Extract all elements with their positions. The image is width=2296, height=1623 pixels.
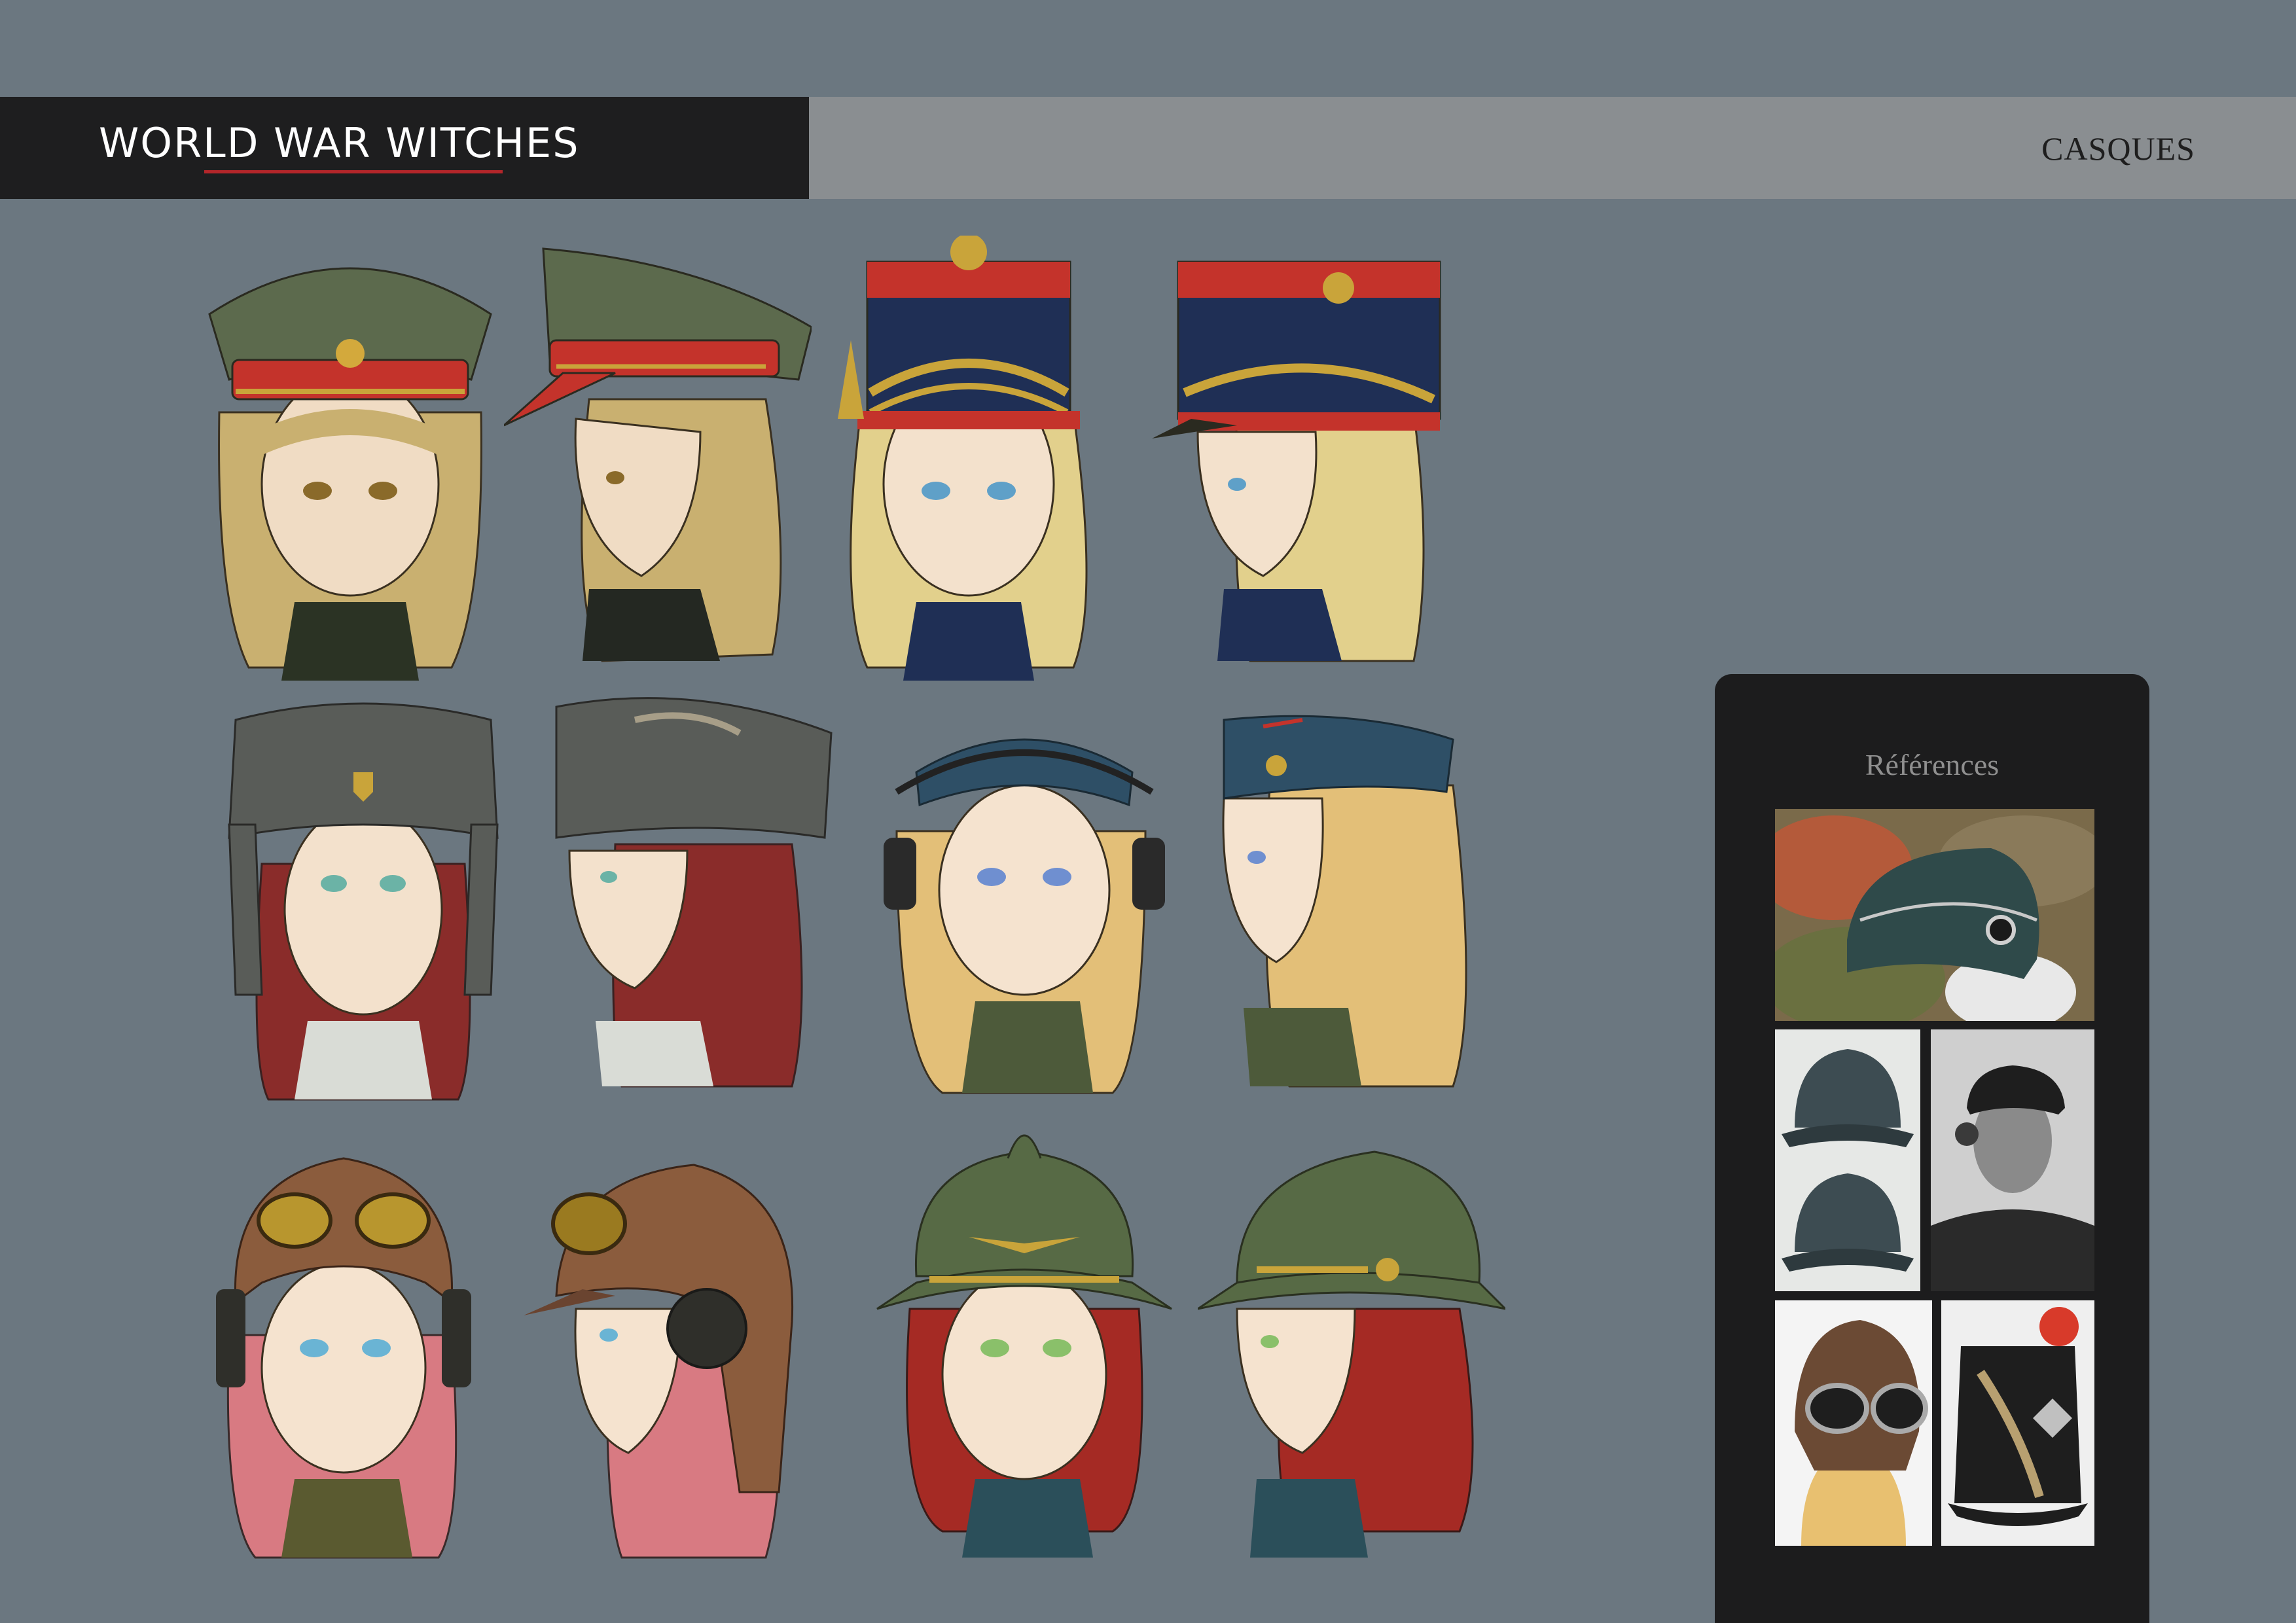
character-illustration (884, 738, 1165, 1094)
reference-photo-tanker-officer (1931, 1029, 2094, 1291)
character-illustration (228, 702, 499, 1101)
section-label: CASQUES (2041, 130, 2195, 167)
character-illustration (504, 247, 812, 662)
character-illustration (216, 1157, 471, 1559)
character-illustration (1222, 715, 1467, 1088)
references-panel: Références (1715, 674, 2149, 1623)
character-illustration (1152, 260, 1441, 662)
reference-photo-adrian-helmets (1775, 1029, 1920, 1291)
reference-photo-garrison-cap (1775, 809, 2094, 1021)
reference-photo-shako (1941, 1300, 2094, 1546)
character-illustration (555, 697, 833, 1088)
character-sheet-grid (0, 0, 1571, 1623)
character-illustration (838, 236, 1088, 681)
aviator-helmet-photo (1775, 1300, 1932, 1546)
figure-peaked-cap-front (196, 236, 504, 681)
garrison-cap-photo (1775, 809, 2094, 1021)
adrian-helmet-photo (1775, 1029, 1920, 1291)
figure-adrian-helmet-front (870, 1113, 1178, 1558)
figure-peaked-cap-side (504, 236, 812, 681)
figure-shako-front (812, 236, 1119, 681)
figure-shako-side (1152, 236, 1460, 681)
character-illustration (1198, 1150, 1505, 1558)
figure-garrison-cap-side (1204, 694, 1512, 1139)
figure-garrison-cap-front (870, 694, 1178, 1139)
figure-adrian-helmet-side (1198, 1113, 1505, 1558)
figure-ushanka-side (543, 681, 851, 1126)
character-illustration (876, 1134, 1172, 1558)
figure-ushanka-front (209, 694, 517, 1139)
character-illustration (524, 1164, 794, 1559)
references-title: Références (1865, 748, 2000, 781)
tanker-officer-photo (1931, 1029, 2094, 1291)
character-illustration (208, 267, 492, 681)
shako-photo (1941, 1300, 2094, 1546)
reference-photo-aviator-helmet (1775, 1300, 1932, 1546)
figure-aviator-helmet-front (190, 1152, 497, 1597)
figure-aviator-helmet-side (517, 1152, 825, 1597)
